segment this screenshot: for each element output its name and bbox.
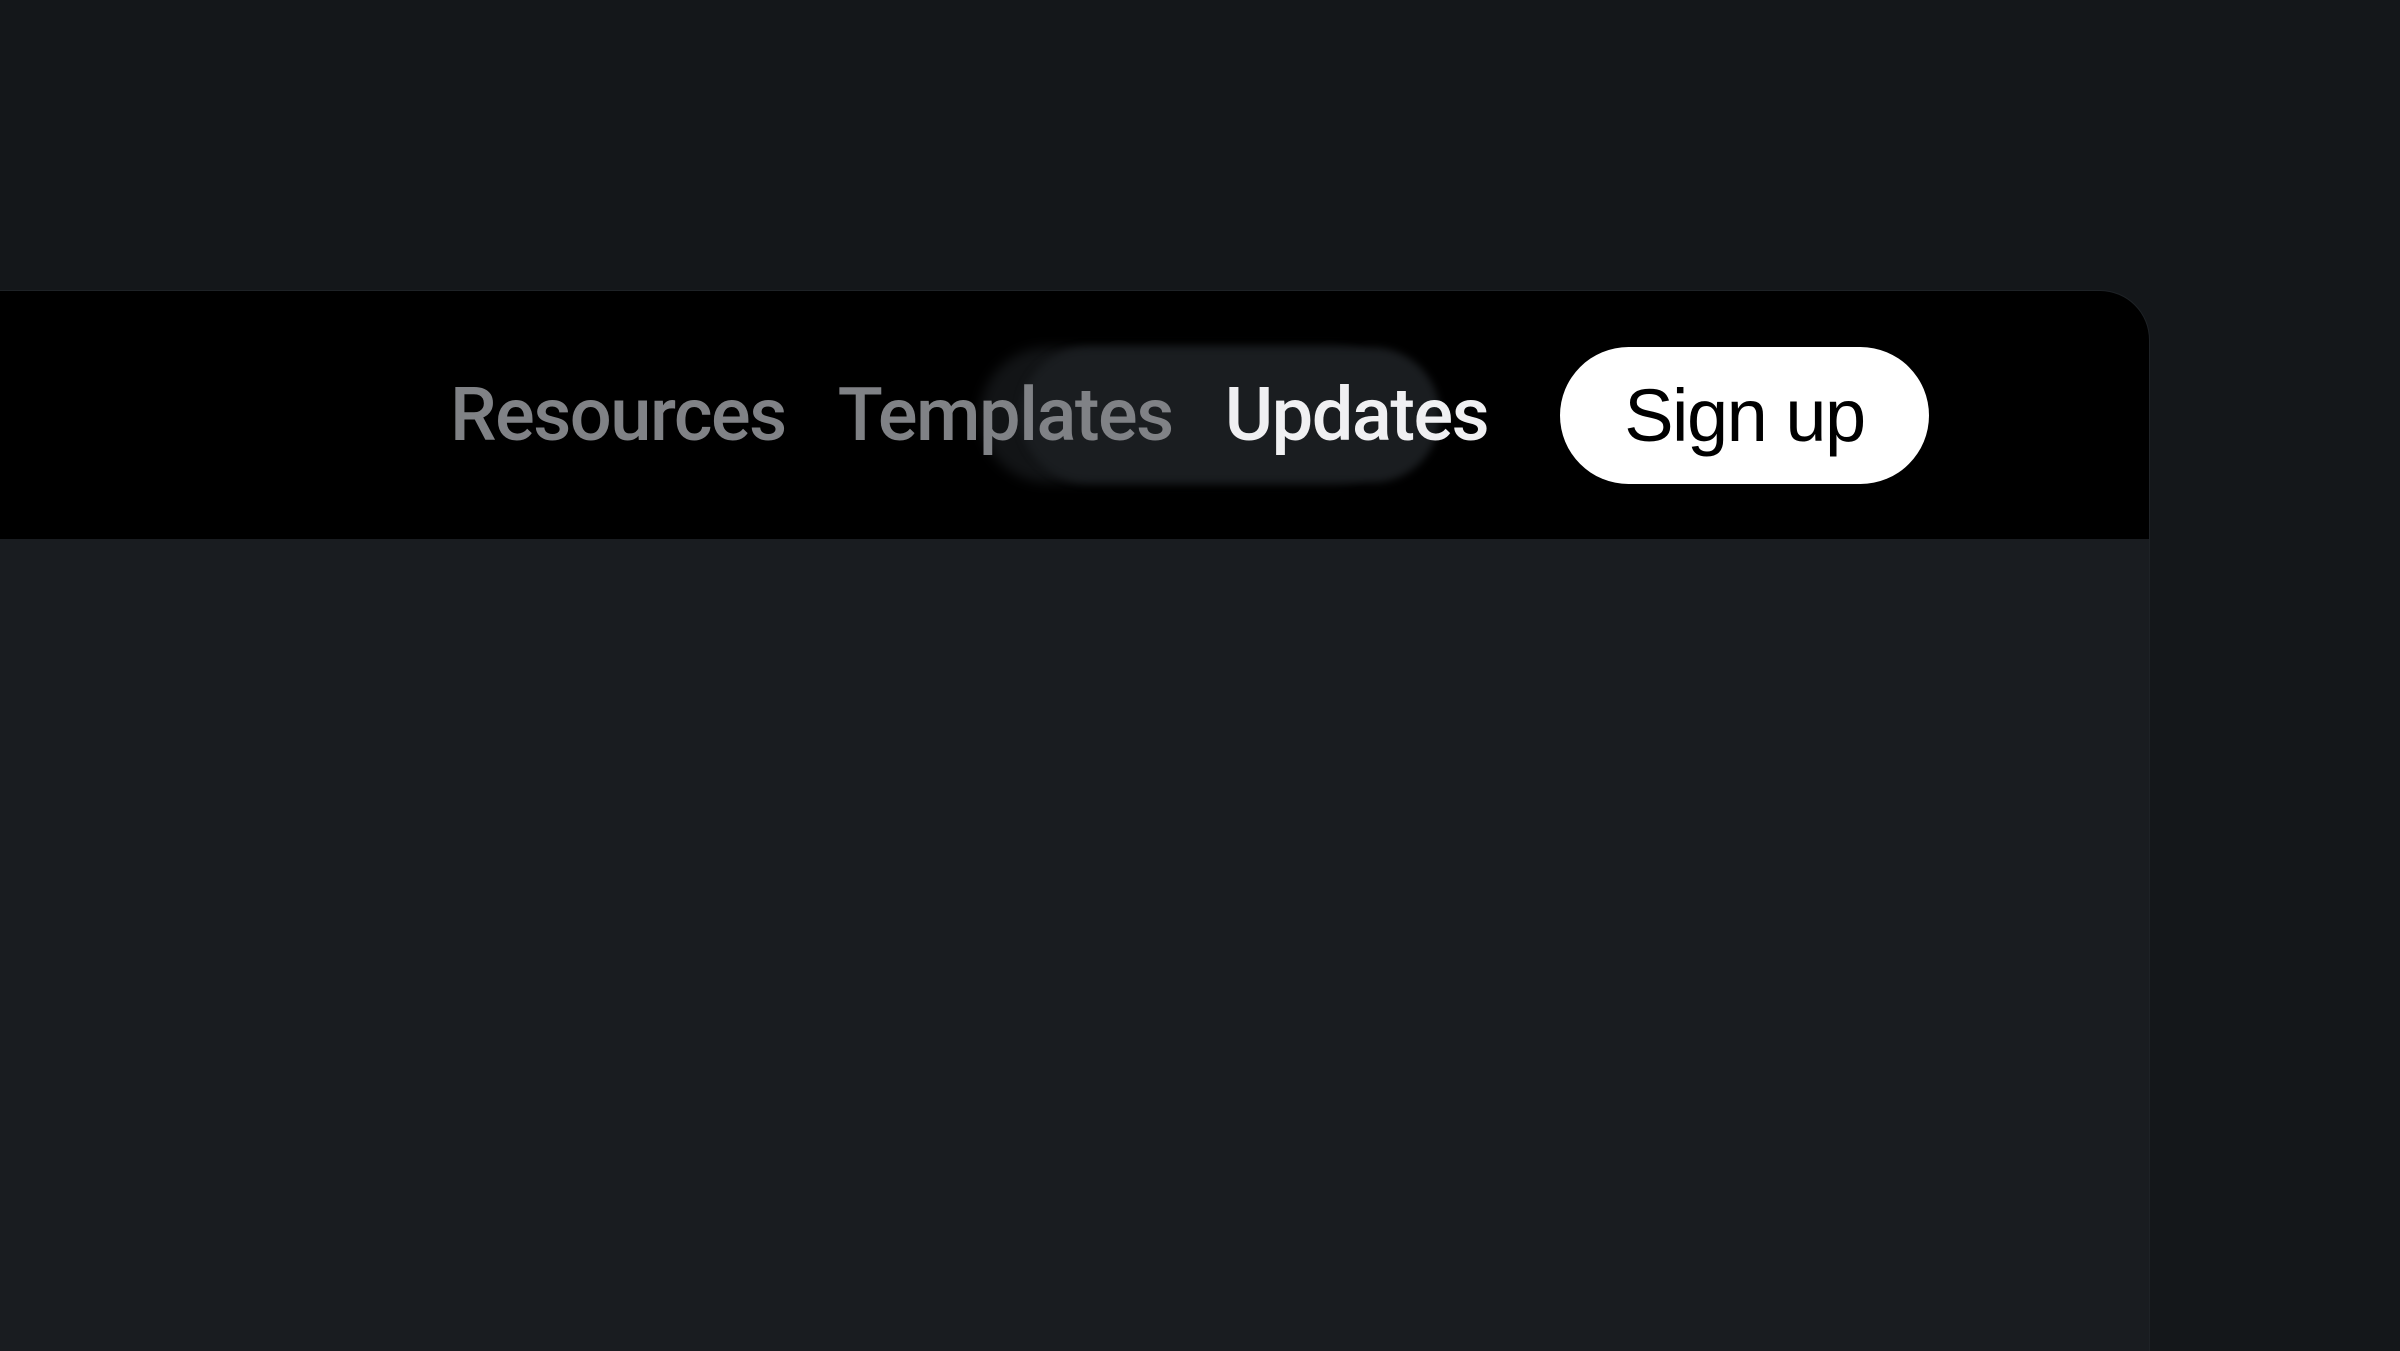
- nav-bar: Resources Templates Updates Sign up: [0, 291, 2149, 539]
- signup-button[interactable]: Sign up: [1560, 347, 1928, 484]
- nav-link-templates[interactable]: Templates: [838, 372, 1173, 459]
- content-area: [0, 539, 2150, 1351]
- main-panel: Resources Templates Updates Sign up: [0, 290, 2150, 1350]
- nav-link-resources[interactable]: Resources: [450, 372, 786, 459]
- nav-link-updates[interactable]: Updates: [1225, 372, 1488, 459]
